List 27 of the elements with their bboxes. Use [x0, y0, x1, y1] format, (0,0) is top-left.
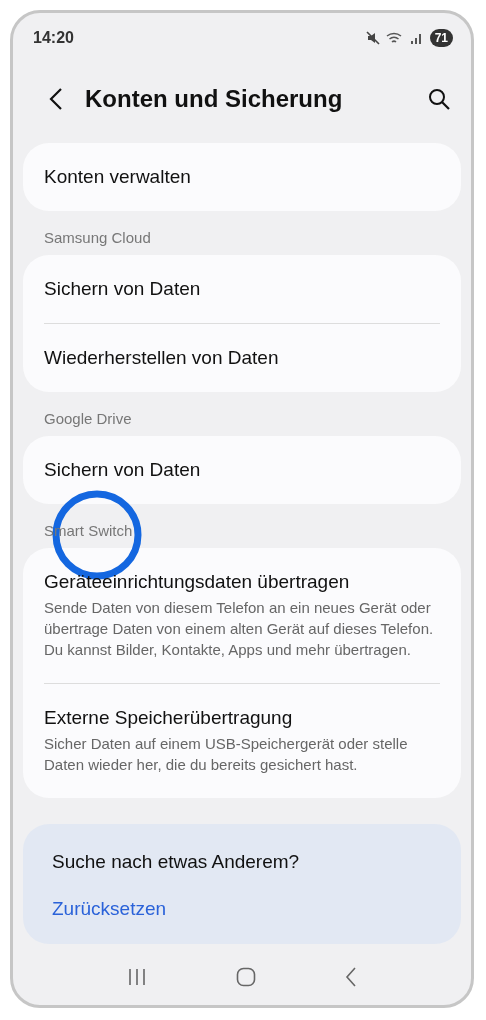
- signal-icon: [409, 31, 424, 45]
- item-description: Sicher Daten auf einem USB-Speichergerät oder stelle Daten wieder her, die du bereits gesichert hast.: [44, 734, 409, 775]
- search-icon[interactable]: [427, 87, 451, 111]
- settings-item[interactable]: Wiederherstellen von Daten: [44, 324, 440, 392]
- item-title: Externe Speicherübertragung: [44, 707, 294, 729]
- item-title: Geräteeinrichtungsdaten übertragen: [44, 571, 351, 593]
- item-description: Sende Daten von diesem Telefon an ein neues Gerät oder übertrage Daten von einem alten Gerät auf dieses Telefon. Du kannst Bilder, Kontakte, Apps und mehr übertragen.: [44, 598, 435, 660]
- page-title: Konten und Sicherung: [85, 85, 344, 113]
- settings-item[interactable]: Externe Speicherübertragung Sicher Daten auf einem USB-Speichergerät oder stelle Daten wieder her, die du bereits gesichert hast.: [44, 684, 440, 798]
- settings-item[interactable]: Sichern von Daten: [44, 255, 440, 323]
- home-icon[interactable]: [236, 967, 256, 987]
- suggestion-link[interactable]: Zurücksetzen: [52, 898, 432, 920]
- wifi-icon: [385, 31, 404, 45]
- item-title: Sichern von Daten: [44, 459, 202, 481]
- suggestion-title: Suche nach etwas Anderem?: [52, 851, 301, 873]
- section-label: Google Drive: [43, 409, 133, 429]
- status-time: 14:20: [33, 29, 74, 47]
- back-icon[interactable]: [49, 87, 63, 111]
- item-title: Wiederherstellen von Daten: [44, 347, 280, 369]
- settings-item[interactable]: Konten verwalten: [44, 143, 440, 211]
- settings-item[interactable]: Sichern von Daten: [44, 436, 440, 504]
- item-title: Sichern von Daten: [44, 278, 202, 300]
- battery-indicator: 71: [429, 29, 453, 47]
- recents-icon[interactable]: [127, 968, 148, 986]
- section-label: Samsung Cloud: [43, 228, 152, 248]
- item-title: Konten verwalten: [44, 166, 192, 188]
- mute-icon: [365, 31, 380, 45]
